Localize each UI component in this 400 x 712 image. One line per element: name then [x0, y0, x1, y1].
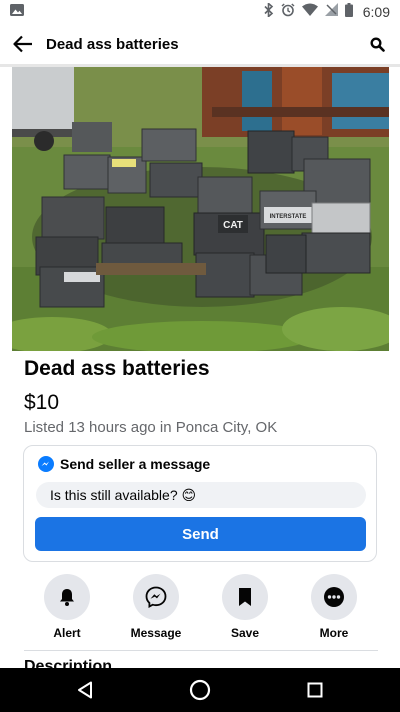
listing-meta: Listed 13 hours ago in Ponca City, OK — [24, 419, 278, 436]
page-title: Dead ass batteries — [46, 35, 179, 53]
message-button[interactable]: Message — [116, 574, 196, 640]
status-left — [10, 3, 24, 21]
alert-circle[interactable] — [44, 574, 90, 620]
listing-title: Dead ass batteries — [24, 357, 210, 380]
message-label: Message — [130, 626, 182, 640]
send-message-header: Send seller a message — [38, 456, 210, 472]
message-input[interactable]: Is this still available? 😊 — [36, 482, 366, 508]
description-heading: Description — [24, 658, 113, 668]
section-divider — [24, 650, 378, 651]
status-time: 6:09 — [362, 4, 390, 20]
system-nav-bar — [0, 668, 400, 712]
alert-button[interactable]: Alert — [27, 574, 107, 640]
arrow-left-icon — [13, 35, 32, 53]
messenger-icon — [145, 586, 167, 608]
bookmark-icon — [239, 588, 251, 606]
more-dots-icon — [324, 587, 344, 607]
nav-back-button[interactable] — [55, 668, 115, 712]
alarm-icon — [281, 2, 295, 22]
more-circle[interactable] — [311, 574, 357, 620]
send-message-card: Send seller a message Is this still avai… — [23, 445, 377, 562]
more-button[interactable]: More — [294, 574, 374, 640]
send-message-heading: Send seller a message — [60, 456, 211, 472]
image-icon — [10, 3, 24, 21]
status-bar: 6:09 — [0, 0, 400, 24]
nav-home-button[interactable] — [170, 668, 230, 712]
search-button[interactable] — [354, 24, 400, 64]
back-button[interactable] — [0, 24, 46, 64]
listing-price: $10 — [24, 391, 60, 414]
svg-text:CAT: CAT — [223, 220, 243, 231]
svg-text:INTERSTATE: INTERSTATE — [270, 214, 307, 220]
wifi-icon — [301, 3, 318, 21]
recents-square-icon — [307, 682, 323, 698]
alert-label: Alert — [53, 626, 81, 640]
more-label: More — [319, 626, 349, 640]
status-right: 6:09 — [264, 1, 390, 22]
save-button[interactable]: Save — [205, 574, 285, 640]
no-signal-icon — [324, 3, 338, 21]
bell-icon — [60, 589, 74, 606]
listing-photo[interactable]: CAT INTERSTATE — [12, 67, 389, 351]
nav-recents-button[interactable] — [285, 668, 345, 712]
bluetooth-icon — [264, 1, 274, 22]
save-circle[interactable] — [222, 574, 268, 620]
back-triangle-icon — [78, 681, 92, 699]
messenger-icon — [38, 456, 54, 472]
save-label: Save — [230, 626, 260, 640]
app-bar: Dead ass batteries — [0, 24, 400, 64]
send-button[interactable]: Send — [35, 517, 366, 551]
home-circle-icon — [189, 679, 211, 701]
battery-icon — [344, 2, 353, 22]
action-row: Alert Message Save More — [0, 574, 400, 640]
message-circle[interactable] — [133, 574, 179, 620]
battery-pile-image: CAT INTERSTATE — [12, 67, 389, 351]
search-icon — [369, 36, 385, 52]
